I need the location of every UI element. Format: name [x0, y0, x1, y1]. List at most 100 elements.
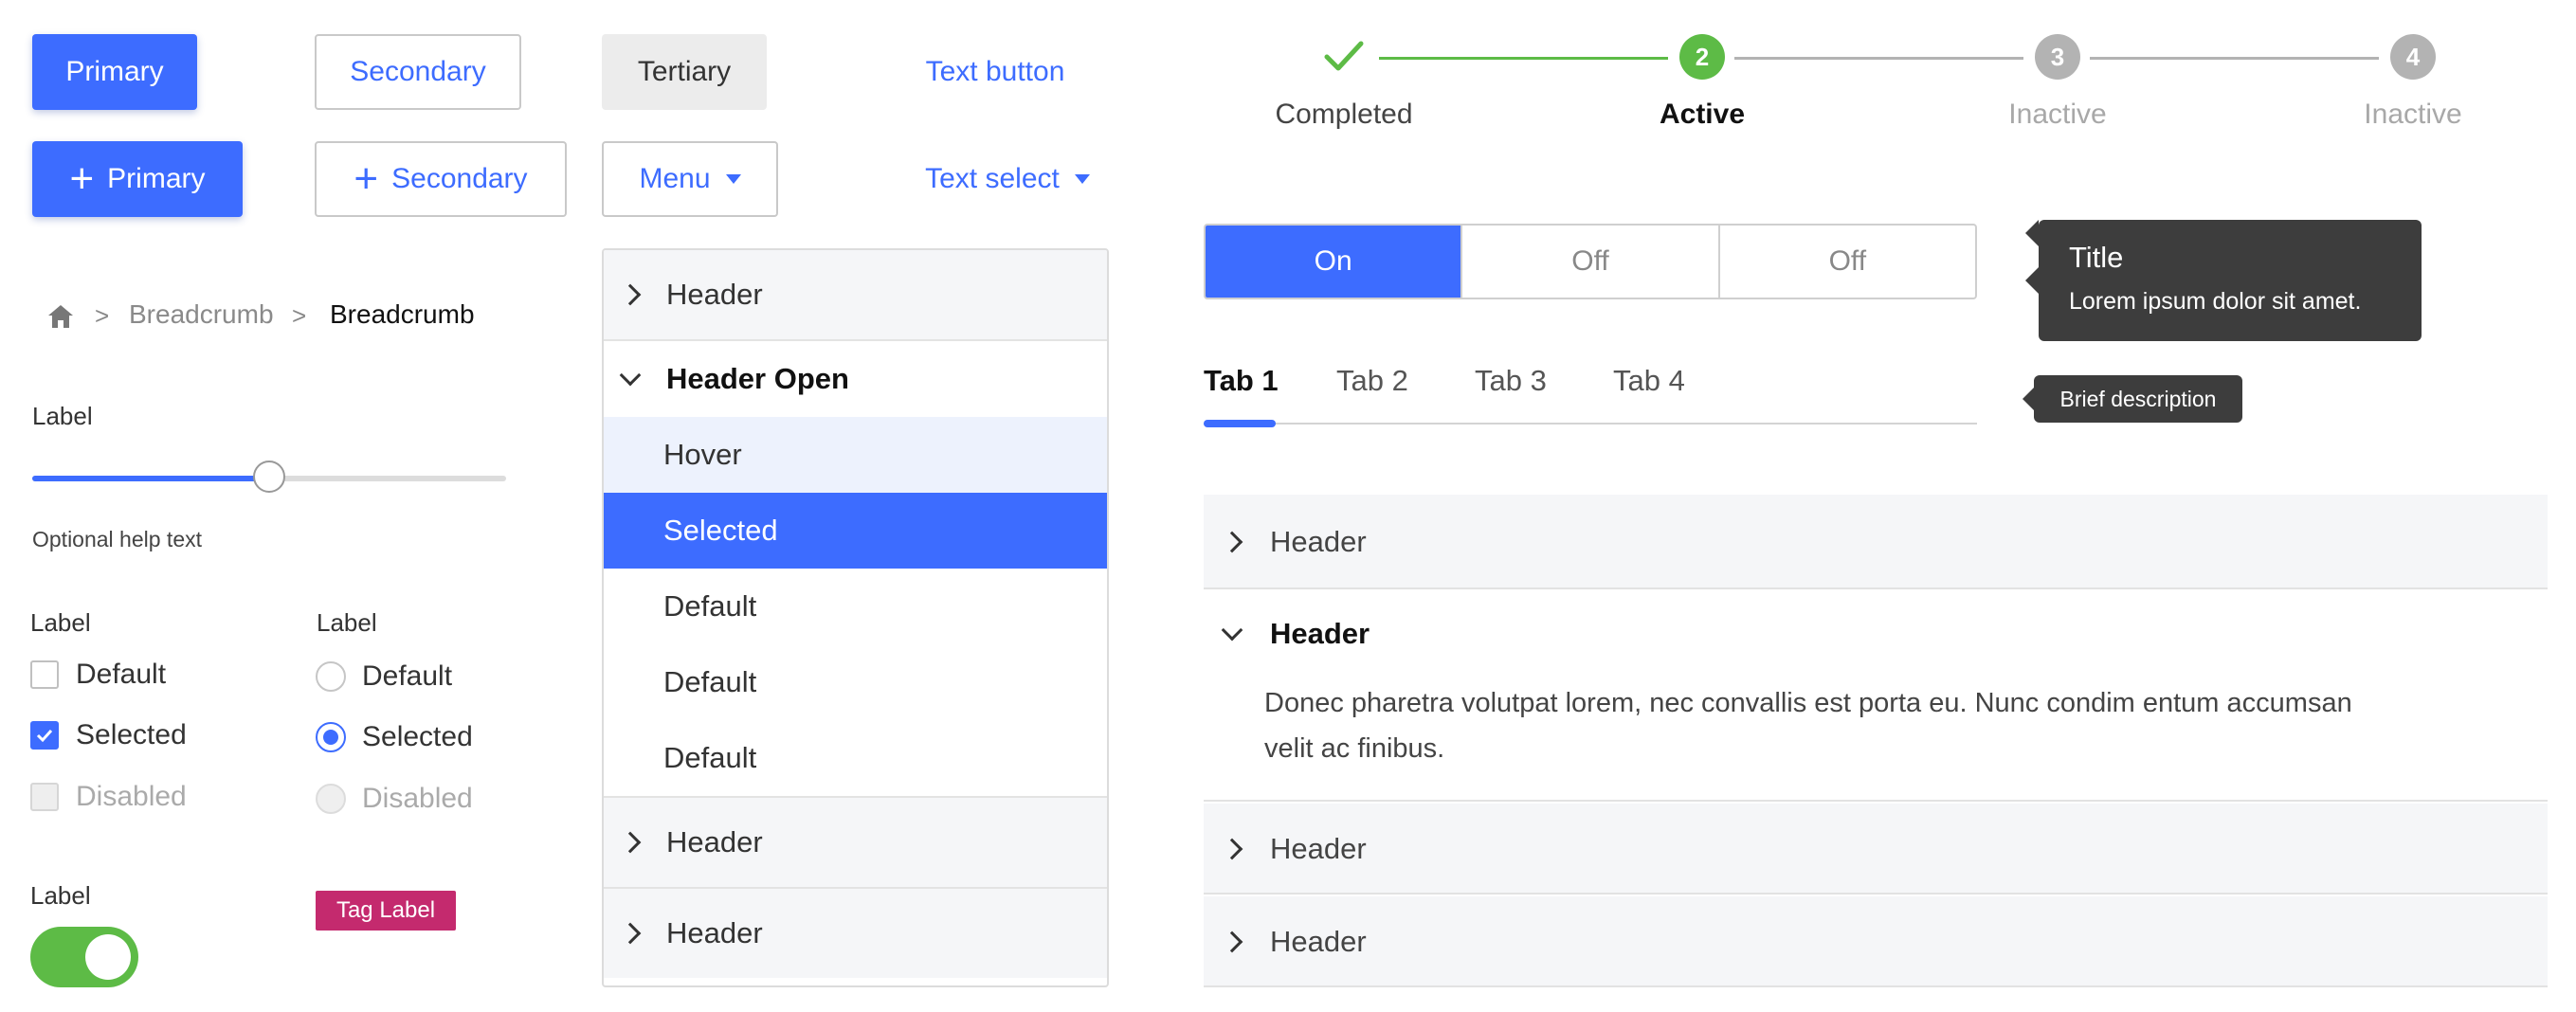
- slider-label: Label: [32, 402, 93, 430]
- breadcrumb-separator: >: [292, 301, 307, 330]
- tooltip-body: Lorem ipsum dolor sit amet.: [2069, 288, 2362, 315]
- tabs-baseline: [1204, 423, 1977, 425]
- text-button[interactable]: Text button: [891, 34, 1099, 110]
- menu-header[interactable]: Header: [604, 250, 1107, 341]
- menu-item-hover[interactable]: Hover: [604, 417, 1107, 493]
- stepper-connector: [1734, 57, 2023, 60]
- tertiary-button[interactable]: Tertiary: [602, 34, 767, 110]
- tab-1[interactable]: Tab 1: [1204, 364, 1279, 398]
- step-label-inactive: Inactive: [2364, 99, 2462, 130]
- check-icon: [36, 729, 53, 743]
- secondary-add-button[interactable]: + Secondary: [315, 141, 567, 217]
- slider-track[interactable]: [32, 461, 506, 493]
- checkbox-selected[interactable]: [30, 721, 59, 750]
- radio-selected-label: Selected: [362, 721, 473, 752]
- breadcrumb-separator: >: [95, 301, 110, 330]
- menu-item[interactable]: Default: [604, 720, 1107, 796]
- home-icon[interactable]: [45, 301, 76, 332]
- dropdown-menu: Header Header Open Hover Selected Defaul…: [602, 248, 1109, 987]
- stepper-connector: [2090, 57, 2379, 60]
- menu-header-open-label: Header Open: [666, 362, 849, 395]
- slider-fill: [32, 476, 269, 481]
- menu-item[interactable]: Default: [604, 644, 1107, 720]
- slider-thumb[interactable]: [253, 461, 285, 493]
- tooltip: .tooltip-big::before{} Title Lorem ipsum…: [2025, 220, 2422, 341]
- chevron-right-icon: [619, 922, 642, 945]
- primary-add-button[interactable]: + Primary: [32, 141, 243, 217]
- chevron-right-icon: [1221, 931, 1243, 953]
- segmented-control: On Off Off: [1204, 224, 1977, 299]
- tab-2[interactable]: Tab 2: [1336, 364, 1408, 398]
- breadcrumb-item[interactable]: Breadcrumb: [129, 299, 274, 330]
- secondary-button[interactable]: Secondary: [315, 34, 521, 110]
- menu-item[interactable]: Default: [604, 569, 1107, 644]
- tag-label: Tag Label: [316, 891, 456, 931]
- chevron-right-icon: [1221, 838, 1243, 860]
- check-icon: [1321, 34, 1367, 80]
- chevron-down-icon: [619, 364, 642, 387]
- plus-icon: +: [69, 155, 95, 202]
- tooltip-small-arrow: [2023, 388, 2034, 410]
- segment-off[interactable]: Off: [1717, 226, 1975, 298]
- menu-header[interactable]: Header: [604, 796, 1107, 889]
- menu-header-open[interactable]: Header Open: [604, 341, 1107, 417]
- accordion-body-line: velit ac finibus.: [1264, 733, 1445, 764]
- tab-4[interactable]: Tab 4: [1613, 364, 1685, 398]
- primary-button[interactable]: Primary: [32, 34, 197, 110]
- toggle-label: Label: [30, 881, 91, 910]
- radio-disabled: [316, 784, 346, 814]
- menu-button-label: Menu: [639, 163, 711, 194]
- menu-header[interactable]: Header: [604, 889, 1107, 978]
- tab-3[interactable]: Tab 3: [1475, 364, 1547, 398]
- accordion-header: Header: [1270, 925, 1367, 958]
- chevron-right-icon: [619, 283, 642, 306]
- menu-item-selected[interactable]: Selected: [604, 493, 1107, 569]
- checkbox-selected-label: Selected: [76, 719, 187, 750]
- breadcrumb-current: Breadcrumb: [330, 299, 475, 329]
- segment-on[interactable]: On: [1206, 226, 1461, 298]
- secondary-add-label: Secondary: [391, 163, 528, 194]
- accordion-header-open: Header: [1270, 617, 1370, 650]
- tooltip-small: Brief description: [2034, 375, 2242, 423]
- step-inactive-number: 4: [2390, 34, 2436, 80]
- primary-add-label: Primary: [107, 163, 206, 194]
- chevron-right-icon: [619, 831, 642, 854]
- toggle-switch[interactable]: [30, 927, 138, 987]
- tooltip-arrow: [2025, 267, 2039, 294]
- radio-group-label: Label: [317, 608, 377, 637]
- toggle-knob: [85, 934, 131, 980]
- accordion-item[interactable]: Header: [1204, 896, 2548, 987]
- step-inactive-number: 3: [2035, 34, 2080, 80]
- plus-icon: +: [354, 155, 379, 202]
- radio-selected[interactable]: [316, 722, 346, 752]
- step-label-completed: Completed: [1275, 99, 1413, 130]
- checkbox-group-label: Label: [30, 608, 91, 637]
- checkbox-default[interactable]: [30, 660, 59, 689]
- checkbox-default-label: Default: [76, 659, 167, 690]
- accordion-body: Donec pharetra volutpat lorem, nec conva…: [1264, 680, 2352, 771]
- menu-header-label: Header: [666, 825, 763, 858]
- accordion-item[interactable]: Header: [1204, 804, 2548, 895]
- caret-down-icon: [1074, 174, 1090, 184]
- menu-header-label: Header: [666, 278, 763, 311]
- step-active-number: 2: [1679, 34, 1725, 80]
- segment-off[interactable]: Off: [1460, 226, 1717, 298]
- step-label-active: Active: [1659, 99, 1746, 130]
- caret-down-icon: [725, 174, 741, 184]
- menu-button[interactable]: Menu: [602, 141, 778, 217]
- checkbox-disabled-label: Disabled: [76, 781, 187, 812]
- checkbox-disabled: [30, 783, 59, 811]
- accordion-item[interactable]: Header: [1204, 495, 2548, 589]
- menu-header-label: Header: [666, 916, 763, 949]
- tooltip-title: Title: [2069, 241, 2124, 274]
- text-select[interactable]: Text select: [908, 141, 1107, 217]
- tab-indicator: [1204, 420, 1276, 427]
- accordion-item-open[interactable]: Header Donec pharetra volutpat lorem, ne…: [1204, 591, 2548, 802]
- radio-default[interactable]: [316, 661, 346, 692]
- accordion-body-line: Donec pharetra volutpat lorem, nec conva…: [1264, 688, 2352, 718]
- step-label-inactive: Inactive: [2008, 99, 2107, 130]
- stepper-connector: [1379, 57, 1668, 60]
- chevron-down-icon: [1221, 619, 1243, 642]
- radio-disabled-label: Disabled: [362, 783, 473, 814]
- chevron-right-icon: [1221, 531, 1243, 553]
